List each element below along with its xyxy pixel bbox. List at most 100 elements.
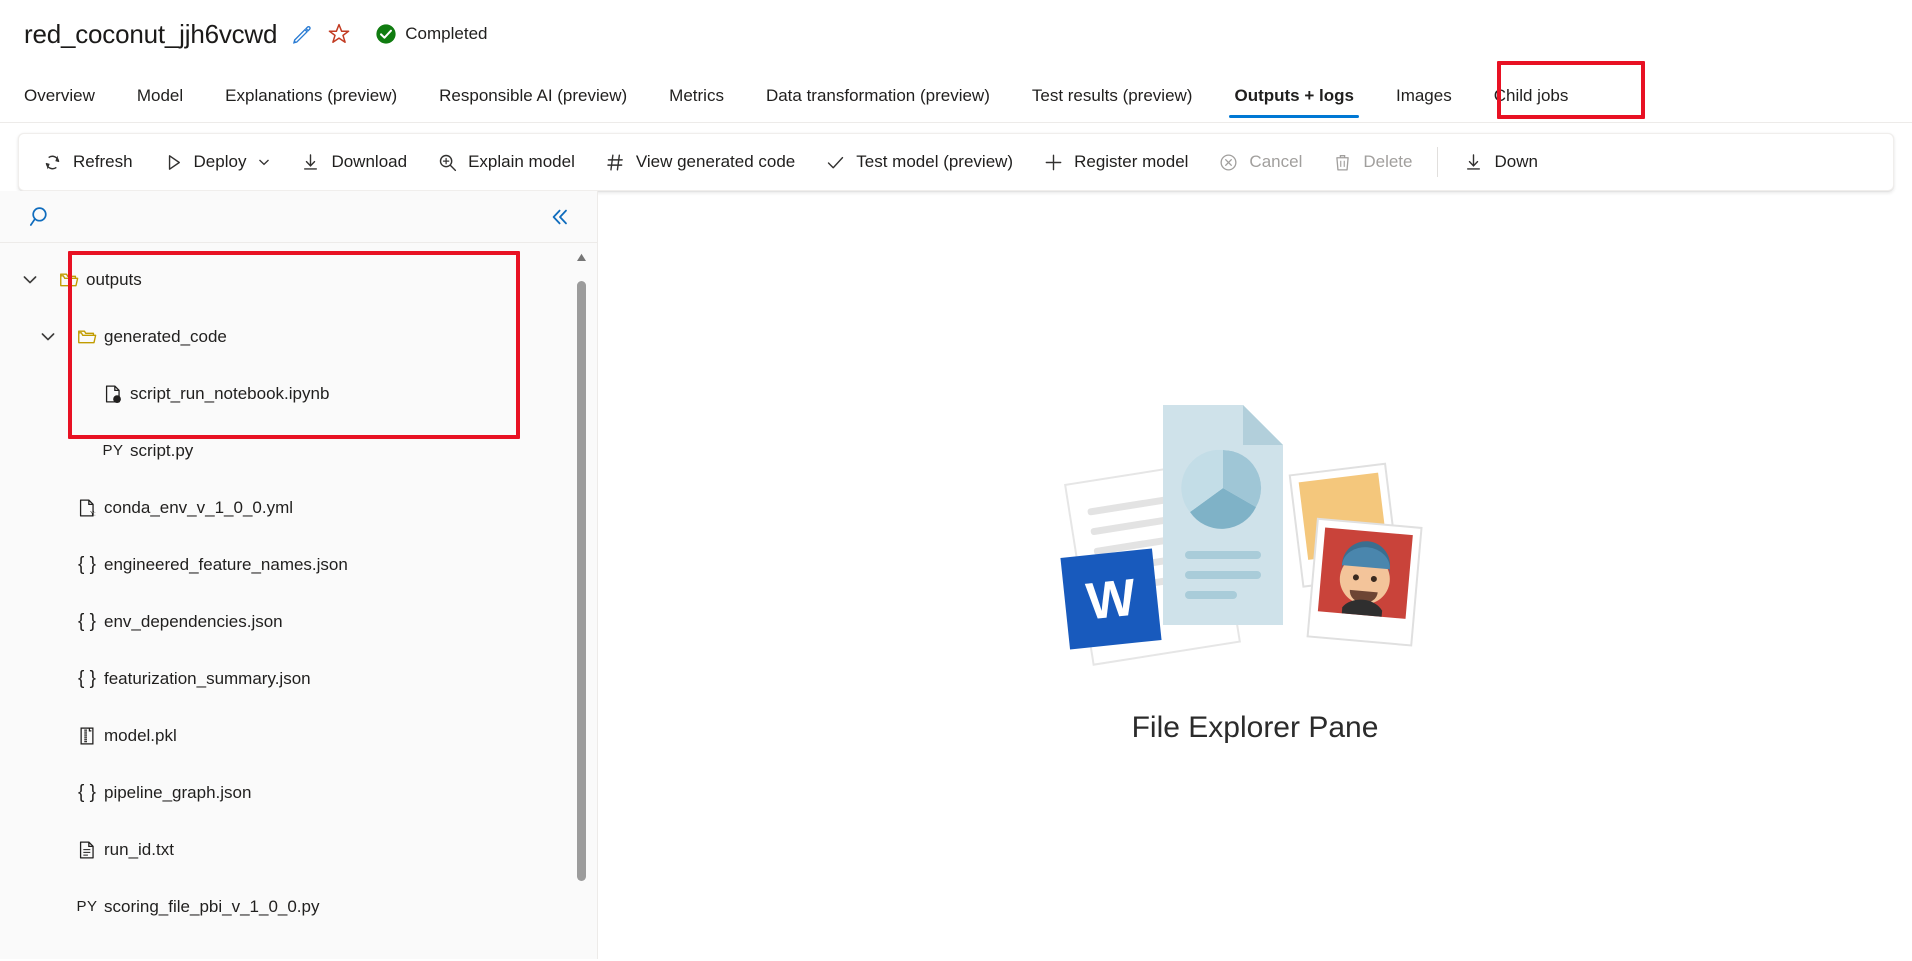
delete-label: Delete: [1363, 152, 1412, 172]
page-title: red_coconut_jjh6vcwd: [24, 19, 277, 50]
tab-bar-divider: [0, 122, 1912, 123]
tree-item-label: script.py: [130, 441, 193, 461]
tree-file-row[interactable]: { }env_dependencies.json: [0, 593, 597, 650]
checkmark-icon: [825, 152, 846, 173]
favorite-star-button[interactable]: [327, 22, 351, 46]
test-model-button[interactable]: Test model (preview): [810, 140, 1028, 184]
tree-item-label: conda_env_v_1_0_0.yml: [104, 498, 293, 518]
tab-bar: OverviewModelExplanations (preview)Respo…: [0, 70, 1912, 123]
py-icon: PY: [96, 442, 130, 459]
register-model-button[interactable]: Register model: [1028, 140, 1203, 184]
deploy-label: Deploy: [194, 152, 247, 172]
tab-explanations-preview[interactable]: Explanations (preview): [204, 70, 418, 122]
json-braces-text: { }: [78, 668, 96, 690]
status-text: Completed: [405, 24, 487, 44]
collapse-panel-button[interactable]: [543, 201, 575, 233]
tab-images[interactable]: Images: [1375, 70, 1473, 122]
double-chevron-left-icon: [547, 205, 571, 229]
tree-file-row[interactable]: run_id.txt: [0, 821, 597, 878]
explorer-scrollbar[interactable]: [575, 251, 587, 901]
tab-child-jobs[interactable]: Child jobs: [1473, 70, 1590, 122]
zip-icon: [70, 725, 104, 747]
tab-responsible-ai-preview[interactable]: Responsible AI (preview): [418, 70, 648, 122]
tree-item-label: featurization_summary.json: [104, 669, 311, 689]
tree-folder-row[interactable]: generated_code: [0, 308, 597, 365]
chevron-down-icon: [258, 156, 270, 168]
tree-item-label: script_run_notebook.ipynb: [130, 384, 329, 404]
cancel-button: Cancel: [1203, 140, 1317, 184]
empty-state-caption: File Explorer Pane: [1132, 711, 1379, 745]
py-badge-text: PY: [76, 898, 97, 915]
chevron-down-icon[interactable]: [8, 271, 52, 289]
tree-item-label: model.pkl: [104, 726, 177, 746]
tab-overview[interactable]: Overview: [24, 70, 116, 122]
hash-icon: [605, 152, 626, 173]
tab-model[interactable]: Model: [116, 70, 204, 122]
content-area: outputs generated_code script_run_notebook…: [0, 191, 1912, 959]
refresh-button[interactable]: Refresh: [27, 140, 148, 184]
file-tree[interactable]: outputs generated_code script_run_notebook…: [0, 243, 597, 959]
explain-model-button[interactable]: Explain model: [422, 140, 590, 184]
tree-file-row[interactable]: PY scoring_file_pbi_v_1_0_0.py: [0, 878, 597, 935]
explorer-toolbar: [0, 191, 597, 243]
tree-file-row[interactable]: script_run_notebook.ipynb: [0, 365, 597, 422]
register-model-label: Register model: [1074, 152, 1188, 172]
download-all-button[interactable]: Down: [1448, 140, 1552, 184]
json-icon: { }: [70, 611, 104, 633]
tree-item-label: engineered_feature_names.json: [104, 555, 348, 575]
star-icon: [327, 22, 351, 46]
deploy-button[interactable]: Deploy: [148, 140, 286, 184]
command-bar: Refresh Deploy Download Explai: [18, 133, 1894, 191]
status-badge: Completed: [375, 23, 487, 45]
cancel-label: Cancel: [1249, 152, 1302, 172]
download-icon: [1463, 152, 1484, 173]
tree-file-row[interactable]: PY script.py: [0, 422, 597, 479]
play-triangle-icon: [163, 152, 184, 173]
view-generated-code-label: View generated code: [636, 152, 795, 172]
title-row: red_coconut_jjh6vcwd Completed: [24, 14, 1888, 54]
magnifier-plus-icon: [437, 152, 458, 173]
command-bar-container: Refresh Deploy Download Explai: [0, 123, 1912, 191]
tab-outputs-logs[interactable]: Outputs + logs: [1213, 70, 1374, 122]
folder-open-icon: [70, 326, 104, 348]
toolbar-divider: [1437, 147, 1438, 177]
download-label: Download: [331, 152, 407, 172]
json-icon: { }: [70, 782, 104, 804]
tab-metrics[interactable]: Metrics: [648, 70, 745, 122]
edit-title-button[interactable]: [291, 23, 313, 45]
trash-icon: [1332, 152, 1353, 173]
tree-item-label: env_dependencies.json: [104, 612, 283, 632]
json-icon: { }: [70, 554, 104, 576]
scroll-up-arrow-icon[interactable]: [576, 253, 587, 262]
scrollbar-thumb[interactable]: [577, 281, 586, 881]
svg-text:W: W: [1084, 568, 1140, 631]
tab-test-results-preview[interactable]: Test results (preview): [1011, 70, 1214, 122]
search-button[interactable]: [24, 200, 58, 234]
json-braces-text: { }: [78, 782, 96, 804]
refresh-label: Refresh: [73, 152, 133, 172]
notebook-icon: [96, 383, 130, 405]
py-badge-text: PY: [102, 442, 123, 459]
tree-file-row[interactable]: Y:conda_env_v_1_0_0.yml: [0, 479, 597, 536]
check-circle-icon: [375, 23, 397, 45]
search-icon: [28, 204, 54, 230]
tree-folder-row[interactable]: outputs: [0, 251, 597, 308]
folder-open-icon: [52, 269, 86, 291]
tree-item-label: scoring_file_pbi_v_1_0_0.py: [104, 897, 320, 917]
tree-file-row[interactable]: { } engineered_feature_names.json: [0, 536, 597, 593]
tree-file-row[interactable]: model.pkl: [0, 707, 597, 764]
tree-file-row[interactable]: { }pipeline_graph.json: [0, 764, 597, 821]
chevron-down-icon[interactable]: [26, 328, 70, 346]
tab-data-transformation-preview[interactable]: Data transformation (preview): [745, 70, 1011, 122]
page-header: red_coconut_jjh6vcwd Completed: [0, 0, 1912, 54]
download-icon: [300, 152, 321, 173]
explain-model-label: Explain model: [468, 152, 575, 172]
delete-button: Delete: [1317, 140, 1427, 184]
download-button[interactable]: Download: [285, 140, 422, 184]
file-explorer-pane: outputs generated_code script_run_notebook…: [0, 191, 598, 959]
tree-file-row[interactable]: { } featurization_summary.json: [0, 650, 597, 707]
view-generated-code-button[interactable]: View generated code: [590, 140, 810, 184]
tree-item-label: generated_code: [104, 327, 227, 347]
pencil-icon: [291, 23, 313, 45]
json-braces-text: { }: [78, 554, 96, 576]
